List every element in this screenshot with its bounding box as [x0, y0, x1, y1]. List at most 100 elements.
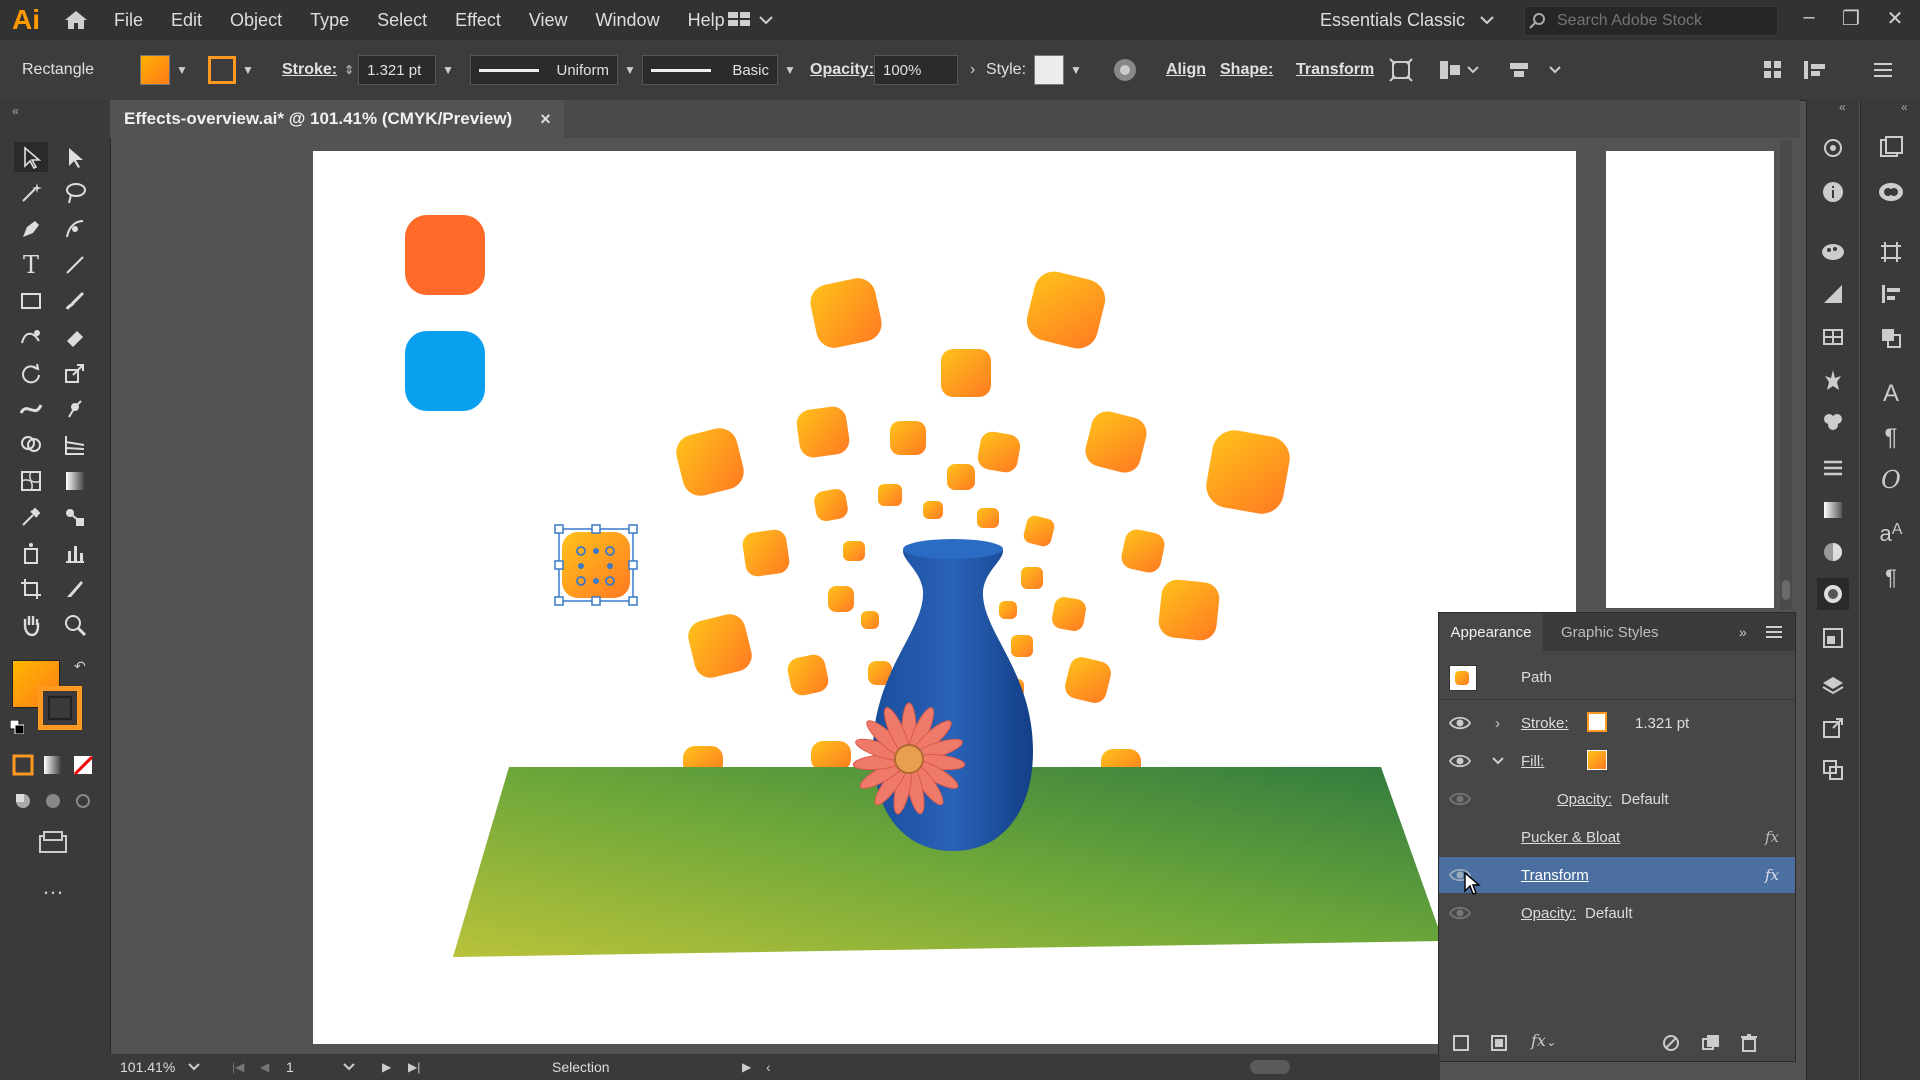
home-icon[interactable] [52, 9, 100, 31]
symbols-icon[interactable] [1817, 322, 1849, 354]
expand-panel-icon[interactable]: » [1739, 613, 1747, 651]
line-segment-tool-icon[interactable] [58, 250, 92, 280]
menu-type[interactable]: Type [296, 10, 363, 31]
creative-cloud-icon[interactable] [1875, 176, 1907, 208]
scroll-left-icon[interactable]: ‹ [766, 1054, 771, 1080]
panel-layout-icon[interactable] [1762, 40, 1784, 100]
stepper-icon[interactable]: ⇕ [344, 63, 354, 77]
tab-appearance[interactable]: Appearance [1439, 613, 1543, 651]
stroke-weight-control[interactable]: ⇕ 1.321 pt ▼ [344, 40, 454, 100]
paragraph-icon[interactable]: ¶ [1875, 422, 1907, 454]
artboard-2[interactable] [1606, 151, 1774, 608]
add-stroke-icon[interactable] [1451, 1033, 1471, 1053]
menu-object[interactable]: Object [216, 10, 296, 31]
pathfinder-icon[interactable] [1875, 322, 1907, 354]
color-mode-icon[interactable] [12, 754, 34, 776]
draw-normal-icon[interactable] [12, 790, 34, 812]
graphic-styles-icon[interactable] [1817, 406, 1849, 438]
chevron-right-icon[interactable]: › [1495, 715, 1500, 732]
shape-link[interactable]: Shape: [1220, 40, 1273, 100]
rectangle-tool-icon[interactable] [14, 286, 48, 316]
graphic-styles-panel-icon[interactable] [1817, 622, 1849, 654]
transparency-icon[interactable] [1817, 536, 1849, 568]
pucker-bloat-label[interactable]: Pucker & Bloat [1521, 829, 1620, 846]
visibility-eye-icon[interactable] [1449, 753, 1471, 769]
stock-search[interactable] [1524, 6, 1778, 36]
chevron-right-icon[interactable]: › [970, 61, 975, 79]
tab-graphic-styles[interactable]: Graphic Styles [1561, 613, 1659, 651]
fill-row-swatch[interactable] [1587, 750, 1607, 770]
visibility-eye-icon[interactable] [1449, 791, 1471, 807]
collapse-toolbar-icon[interactable]: « [12, 104, 19, 118]
draw-inside-icon[interactable] [72, 790, 94, 812]
control-menu-icon[interactable] [1872, 40, 1894, 100]
column-graph-tool-icon[interactable] [58, 538, 92, 568]
artboard-number-control[interactable]: 1 [286, 1054, 356, 1080]
previous-artboard-icon[interactable]: ◀ [260, 1054, 269, 1080]
next-artboard-icon[interactable]: ▶ [382, 1054, 391, 1080]
asset-export-icon[interactable] [1817, 712, 1849, 744]
fx-icon[interactable]: fx [1765, 866, 1779, 884]
style-swatch[interactable] [1034, 55, 1064, 85]
swap-fill-stroke-icon[interactable]: ↶ [74, 658, 86, 675]
status-menu-icon[interactable]: ▶ [742, 1054, 751, 1080]
eraser-tool-icon[interactable] [58, 322, 92, 352]
artboard[interactable] [313, 151, 1576, 1044]
stroke-swatch[interactable] [208, 56, 236, 84]
appearance-row-opacity[interactable]: Opacity: Default [1439, 895, 1795, 931]
blend-tool-icon[interactable] [58, 502, 92, 532]
opentype-icon[interactable]: O [1875, 464, 1907, 496]
puppet-warp-tool-icon[interactable] [58, 394, 92, 424]
fill-color-control[interactable]: ▼ [140, 40, 188, 100]
stroke-row-label[interactable]: Stroke: [1521, 715, 1569, 732]
rotate-tool-icon[interactable] [14, 358, 48, 388]
stroke-panel-icon[interactable] [1817, 452, 1849, 484]
appearance-row-stroke[interactable]: › Stroke: 1.321 pt [1439, 705, 1795, 741]
stroke-row-value[interactable]: 1.321 pt [1635, 715, 1689, 732]
artboard-number[interactable]: 1 [286, 1059, 294, 1075]
fill-row-label[interactable]: Fill: [1521, 753, 1544, 770]
character-styles-icon[interactable]: aA [1875, 518, 1907, 550]
document-tab[interactable]: Effects-overview.ai* @ 101.41% (CMYK/Pre… [110, 100, 564, 138]
menu-effect[interactable]: Effect [441, 10, 515, 31]
appearance-row-fill-opacity[interactable]: Opacity: Default [1439, 781, 1795, 817]
layers-icon[interactable] [1817, 670, 1849, 702]
opacity-field[interactable]: 100% [874, 55, 958, 85]
trash-icon[interactable] [1739, 1033, 1759, 1053]
brushes-icon[interactable] [1817, 364, 1849, 396]
align-panel-icon[interactable] [1875, 278, 1907, 310]
distribute-options-icon[interactable] [1506, 40, 1562, 100]
slice-tool-icon[interactable] [58, 574, 92, 604]
arrange-icon[interactable] [1802, 40, 1832, 100]
symbol-sprayer-tool-icon[interactable] [14, 538, 48, 568]
add-effect-icon[interactable]: fx⌄ [1531, 1031, 1556, 1050]
none-mode-icon[interactable] [72, 754, 94, 776]
recolor-artwork-icon[interactable] [1112, 40, 1138, 100]
artboard-tool-icon[interactable] [14, 574, 48, 604]
transform-panel-icon[interactable] [1875, 236, 1907, 268]
hand-tool-icon[interactable] [14, 610, 48, 640]
brush-definition[interactable]: Basic ▼ [642, 40, 796, 100]
duplicate-item-icon[interactable] [1701, 1033, 1721, 1053]
workspace-switcher[interactable]: Essentials Classic [1320, 0, 1495, 40]
transform-label[interactable]: Transform [1521, 867, 1589, 884]
add-fill-icon[interactable] [1489, 1033, 1509, 1053]
pen-tool-icon[interactable] [14, 214, 48, 244]
artboards-icon[interactable] [1817, 754, 1849, 786]
align-link[interactable]: Align [1166, 40, 1206, 100]
last-artboard-icon[interactable]: ▶| [408, 1054, 420, 1080]
width-tool-icon[interactable] [14, 394, 48, 424]
opacity-label[interactable]: Opacity: [810, 40, 874, 100]
stroke-color-box[interactable] [38, 686, 82, 730]
eyedropper-tool-icon[interactable] [14, 502, 48, 532]
libraries-icon[interactable] [1875, 132, 1907, 164]
lasso-tool-icon[interactable] [58, 178, 92, 208]
scale-tool-icon[interactable] [58, 358, 92, 388]
clear-appearance-icon[interactable] [1661, 1033, 1681, 1053]
appearance-panel-icon[interactable] [1817, 578, 1849, 610]
close-tab-icon[interactable]: × [540, 109, 551, 130]
selection-tool-icon[interactable] [14, 142, 48, 172]
opacity-row-label[interactable]: Opacity: [1521, 905, 1576, 922]
horizontal-scrollbar-thumb[interactable] [1250, 1060, 1290, 1074]
stroke-weight-field[interactable]: 1.321 pt [358, 55, 437, 85]
